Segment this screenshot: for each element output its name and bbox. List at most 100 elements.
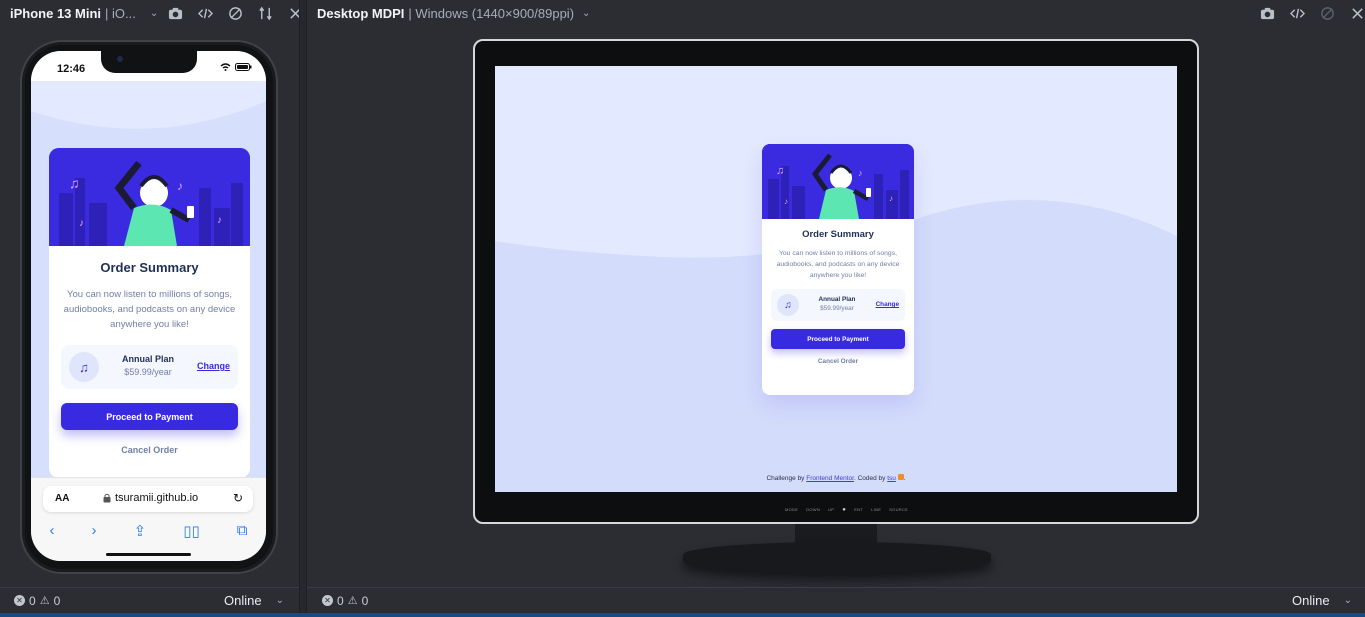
panel-resize-handle[interactable]: [299, 0, 307, 617]
proceed-to-payment-button[interactable]: Proceed to Payment: [61, 403, 238, 430]
monitor-button-label: LINE: [871, 507, 882, 512]
plan-box: ♫ Annual Plan $59.99/year Change: [771, 289, 905, 321]
monitor-control-buttons: MODE DOWN UP ● ENT LINE SOURCE: [785, 507, 908, 513]
mobile-header-toolbar: [166, 4, 304, 22]
mobile-viewport: 12:46 ♫ ♪ ♪ ♪ Order Summary You can now …: [31, 51, 266, 561]
back-icon[interactable]: ‹: [50, 522, 55, 540]
svg-text:♪: ♪: [858, 168, 863, 178]
change-plan-link[interactable]: Change: [876, 301, 899, 308]
proceed-to-payment-button[interactable]: Proceed to Payment: [771, 329, 905, 349]
error-icon: ✕: [14, 595, 25, 606]
rotate-icon: [1318, 4, 1336, 22]
safari-toolbar: AA tsuramii.github.io ↻ ‹ › ⇪ ▯▯ ⧉: [31, 477, 266, 561]
attribution-suffix: .: [903, 475, 906, 482]
cancel-order-button[interactable]: Cancel Order: [49, 445, 250, 455]
order-summary-card: ♫ ♪ ♪ ♪ Order Summary You can now listen…: [49, 148, 250, 478]
reader-text-size-button[interactable]: AA: [55, 493, 69, 504]
mobile-footer: ✕ 0 ⚠ 0 Online ⌄: [0, 587, 299, 613]
front-camera: [117, 56, 123, 62]
tabs-icon[interactable]: ⧉: [237, 522, 248, 540]
svg-text:♪: ♪: [177, 179, 183, 193]
card-title: Order Summary: [802, 229, 874, 240]
warning-icon: ⚠: [347, 595, 358, 607]
mobile-device-name[interactable]: iPhone 13 Mini: [10, 6, 101, 21]
rotate-icon[interactable]: [226, 4, 244, 22]
svg-text:♪: ♪: [79, 218, 84, 229]
music-note-icon: ♫: [69, 352, 99, 382]
author-link[interactable]: tsu: [887, 475, 896, 482]
cancel-order-button[interactable]: Cancel Order: [762, 358, 914, 365]
url-display[interactable]: tsuramii.github.io: [103, 492, 198, 504]
status-icons: [220, 63, 252, 71]
desktop-console-counts[interactable]: ✕ 0 ⚠ 0: [322, 594, 368, 608]
wifi-icon: [220, 63, 231, 71]
reload-icon[interactable]: ↻: [233, 491, 243, 505]
share-icon[interactable]: ⇪: [134, 522, 147, 540]
svg-text:♪: ♪: [217, 215, 222, 226]
svg-text:♪: ♪: [889, 194, 893, 203]
desktop-device-name[interactable]: Desktop MDPI: [317, 6, 404, 21]
sync-scroll-icon[interactable]: [256, 4, 274, 22]
desktop-device-sub[interactable]: | Windows (1440×900/89ppi): [408, 6, 574, 21]
warning-count: 0: [361, 593, 369, 608]
music-note-icon: ♫: [777, 294, 799, 316]
chevron-down-icon: ⌄: [1343, 595, 1352, 606]
desktop-panel-header: Desktop MDPI | Windows (1440×900/89ppi) …: [317, 0, 590, 26]
chevron-down-icon: ⌄: [275, 595, 284, 606]
desktop-footer: ✕ 0 ⚠ 0 Online ⌄: [307, 587, 1365, 613]
plan-box: ♫ Annual Plan $59.99/year Change: [61, 345, 238, 389]
devtools-responsive-view: iPhone 13 Mini | iO... ⌄ Desktop MDPI | …: [0, 0, 1365, 617]
desktop-network-select[interactable]: Online ⌄: [1292, 593, 1352, 608]
plan-price: $59.99/year: [124, 367, 172, 377]
change-plan-link[interactable]: Change: [197, 361, 230, 371]
phone-notch: [101, 51, 197, 73]
forward-icon[interactable]: ›: [92, 522, 97, 540]
plan-price: $59.99/year: [820, 305, 854, 312]
chevron-down-icon[interactable]: ⌄: [150, 8, 158, 19]
mobile-device-sub[interactable]: | iO...: [105, 6, 136, 21]
svg-text:♫: ♫: [776, 165, 784, 177]
camera-icon[interactable]: [166, 4, 184, 22]
monitor-stand-base: [683, 542, 991, 574]
card-description: You can now listen to millions of songs,…: [63, 289, 236, 330]
monitor-button-label: DOWN: [806, 507, 821, 512]
warning-count: 0: [53, 593, 61, 608]
lock-icon: [103, 493, 111, 503]
url-text: tsuramii.github.io: [115, 492, 199, 504]
status-strip: [0, 613, 1365, 617]
mobile-network-select[interactable]: Online ⌄: [224, 593, 284, 608]
code-icon[interactable]: [196, 4, 214, 22]
desktop-header-toolbar: [1258, 4, 1365, 22]
hero-illustration: ♫ ♪ ♪ ♪: [49, 148, 250, 246]
chevron-down-icon[interactable]: ⌄: [582, 8, 590, 19]
network-status: Online: [1292, 593, 1330, 608]
frontend-mentor-link[interactable]: Frontend Mentor: [806, 475, 854, 482]
card-title: Order Summary: [100, 260, 199, 275]
mobile-console-counts[interactable]: ✕ 0 ⚠ 0: [14, 594, 60, 608]
battery-icon: [235, 63, 252, 71]
mobile-panel-header: iPhone 13 Mini | iO... ⌄: [10, 0, 158, 26]
monitor-button-label: ENT: [854, 507, 864, 512]
hero-illustration: ♫ ♪ ♪ ♪: [762, 144, 914, 219]
status-time: 12:46: [57, 63, 86, 75]
error-icon: ✕: [322, 595, 333, 606]
network-status: Online: [224, 593, 262, 608]
safari-nav-row: ‹ › ⇪ ▯▯ ⧉: [31, 522, 266, 540]
bookmarks-icon[interactable]: ▯▯: [183, 522, 200, 540]
code-icon[interactable]: [1288, 4, 1306, 22]
attribution-middle: . Coded by: [853, 475, 886, 482]
monitor-power-led: ●: [842, 507, 847, 513]
plan-name: Annual Plan: [121, 354, 174, 364]
card-description: You can now listen to millions of songs,…: [776, 250, 900, 279]
svg-text:♪: ♪: [784, 197, 788, 206]
plan-name: Annual Plan: [818, 296, 856, 303]
monitor-stand-neck: [795, 524, 877, 544]
camera-icon[interactable]: [1258, 4, 1276, 22]
close-icon[interactable]: [1348, 4, 1365, 22]
monitor-button-label: UP: [828, 507, 835, 512]
order-summary-card: ♫ ♪ ♪ ♪ Order Summary You can now listen…: [762, 144, 914, 395]
monitor-button-label: SOURCE: [889, 507, 909, 512]
address-bar[interactable]: AA tsuramii.github.io ↻: [43, 486, 253, 512]
monitor-button-label: MODE: [785, 507, 799, 512]
error-count: 0: [337, 593, 344, 608]
